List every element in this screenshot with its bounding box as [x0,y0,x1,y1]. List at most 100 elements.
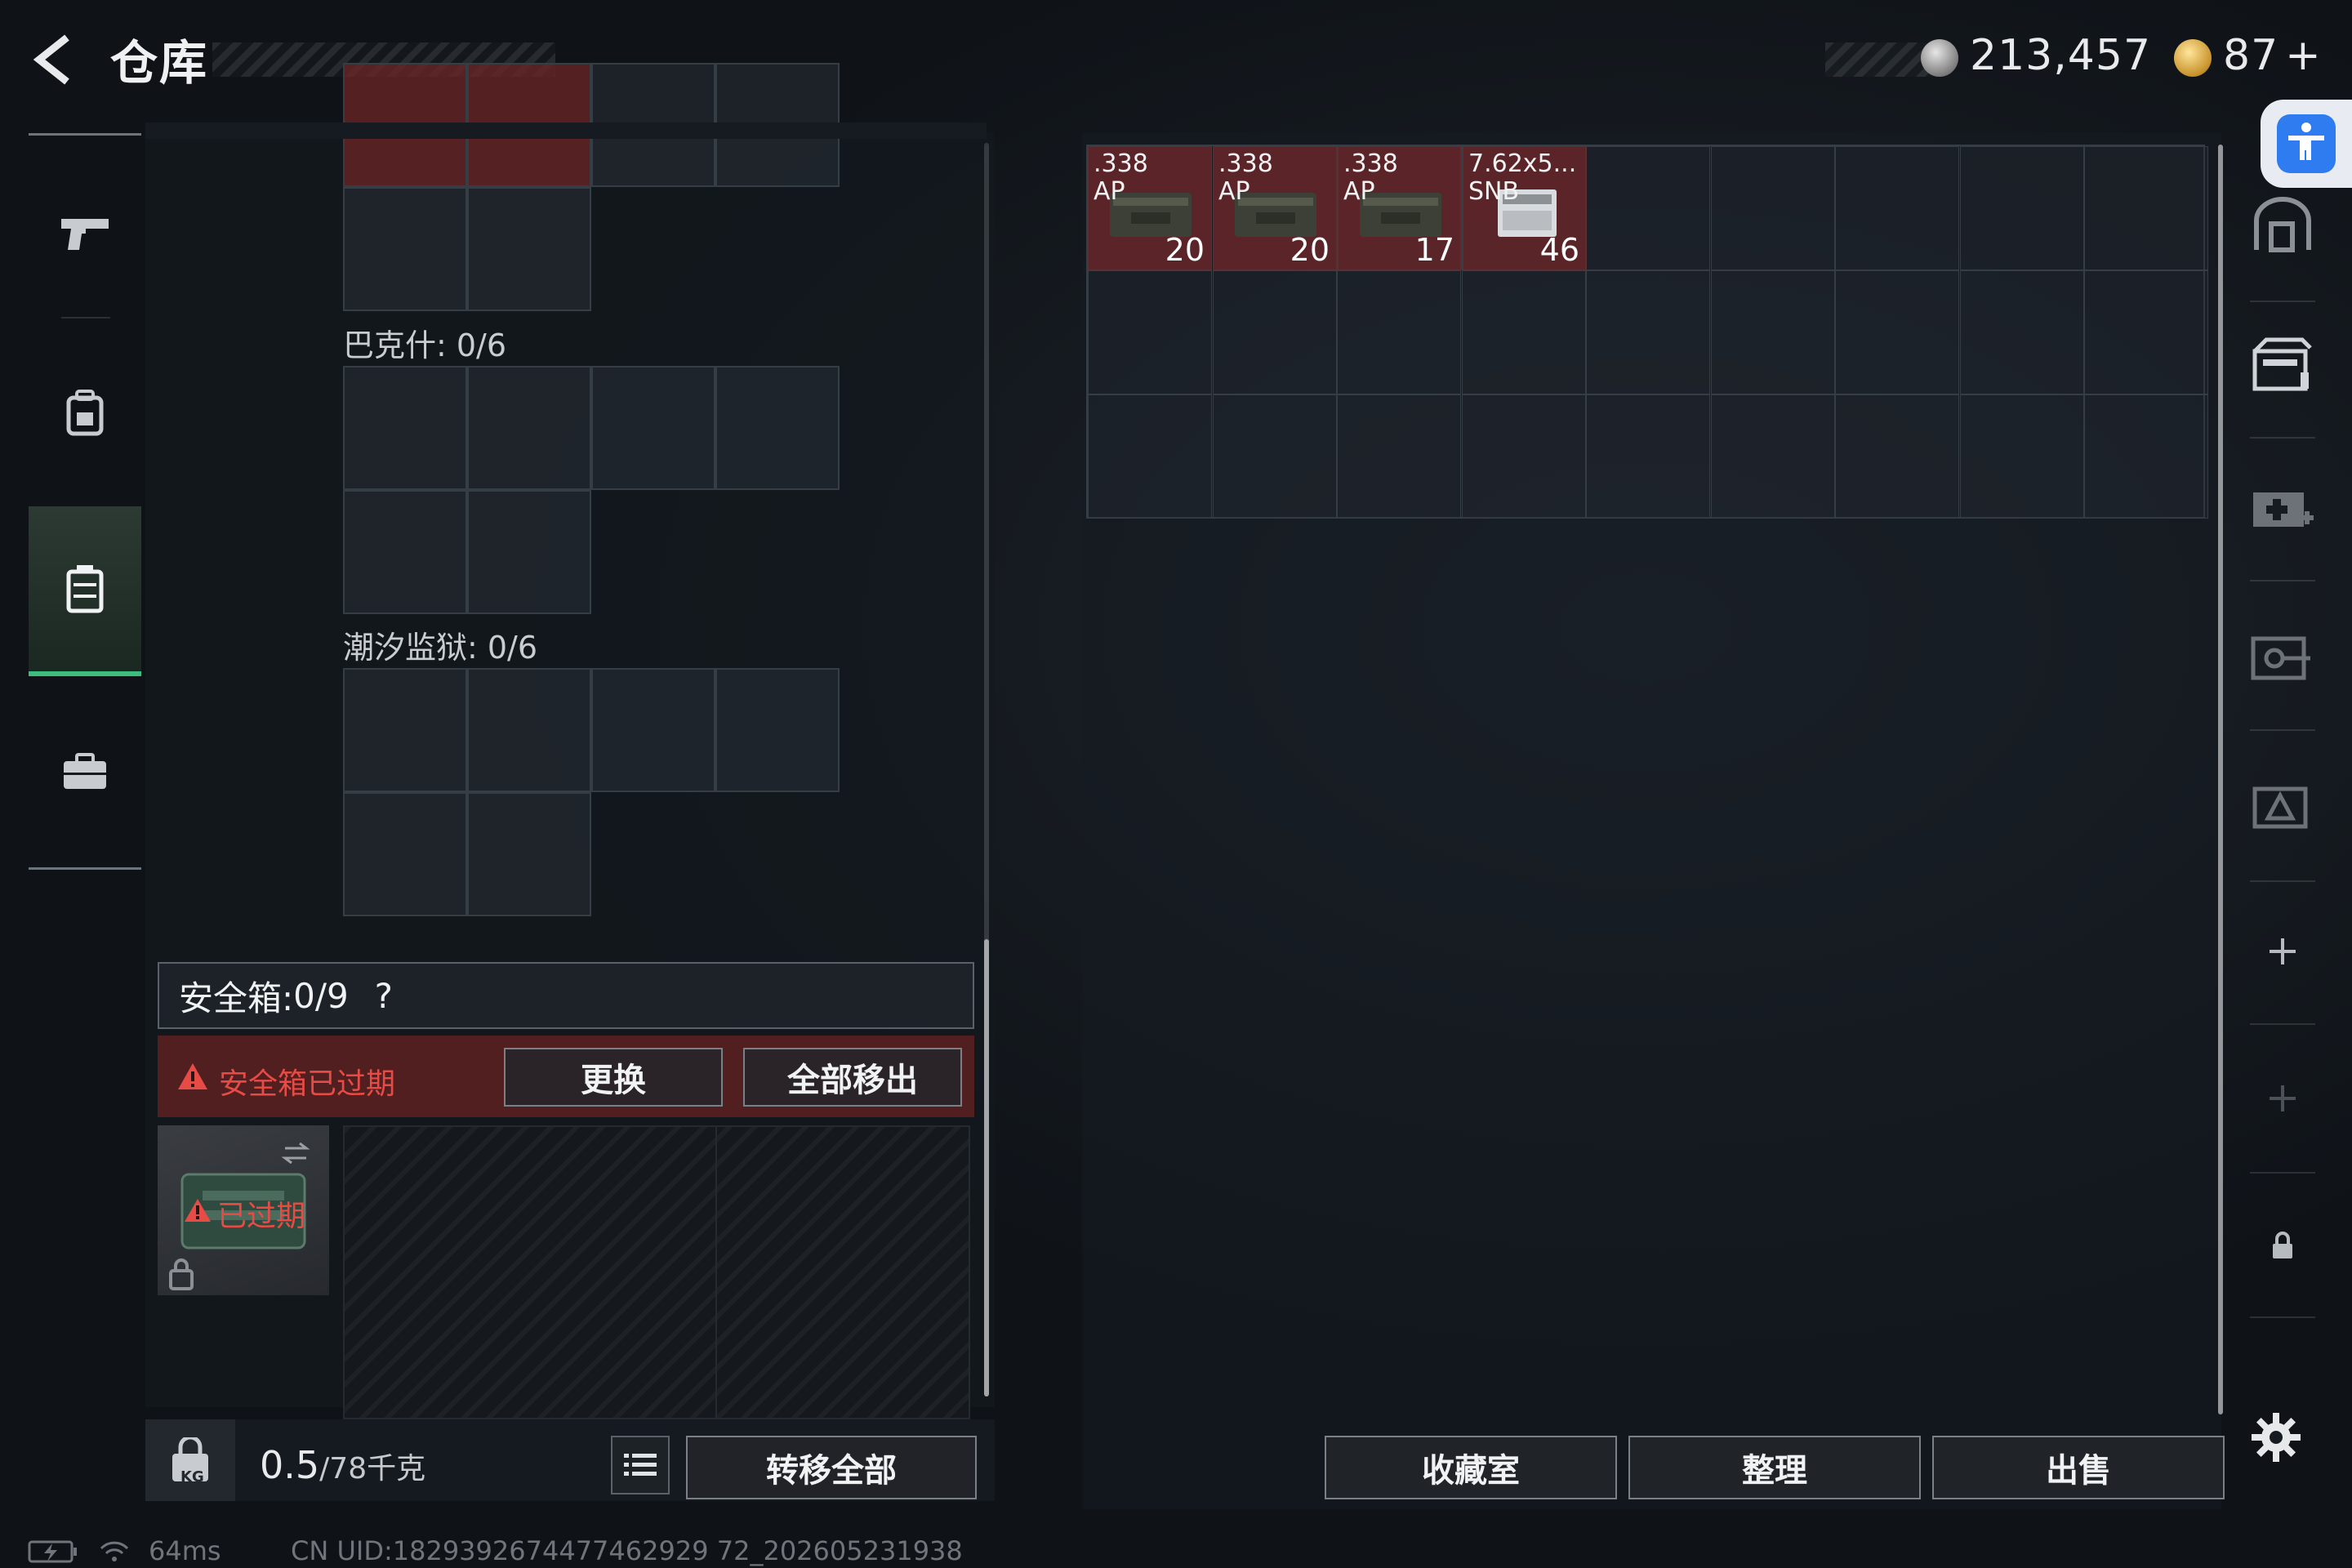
stash-cell[interactable] [1959,146,2084,270]
stash-item[interactable]: .338 AP 17 [1338,146,1462,270]
add-currency-icon[interactable]: + [2285,31,2322,80]
pistol-icon [61,219,109,250]
sidebar-item-weapon[interactable] [29,151,141,314]
collectible-box-icon [2252,786,2308,829]
container-cell[interactable] [591,366,715,490]
stash-cell[interactable] [2084,270,2208,394]
rail-separator [2250,1023,2315,1025]
container-cell[interactable] [343,490,467,614]
key-box-icon [2251,636,2310,680]
collection-room-button[interactable]: 收藏室 [1325,1436,1617,1499]
remove-all-button[interactable]: 全部移出 [743,1048,962,1107]
ping-text: 64ms [149,1535,221,1566]
stash-cell[interactable] [1212,270,1337,394]
container-cell[interactable] [467,187,591,311]
sell-button[interactable]: 出售 [1932,1436,2225,1499]
stash-cell[interactable] [2084,394,2208,519]
replace-button[interactable]: 更换 [504,1048,723,1107]
stash-cell[interactable] [1959,270,2084,394]
sidebar-item-vest[interactable] [29,506,141,676]
item-count: 20 [1165,232,1205,268]
silver-coin-icon [1921,39,1958,77]
item-count: 17 [1414,232,1454,268]
safebox-count: 0/9 [293,975,349,1016]
stash-item[interactable]: 7.62x5... SNB 46 [1463,146,1587,270]
transfer-all-button[interactable]: 转移全部 [686,1436,977,1499]
list-view-button[interactable] [611,1436,670,1494]
item-name: .338 AP [1343,149,1398,206]
expired-warning-icon [185,1199,211,1222]
add-stash-tab-button[interactable] [2238,890,2328,1013]
rail-separator [2250,880,2315,882]
sidebar-item-case[interactable] [29,690,141,853]
stash-cell[interactable] [1959,394,2084,519]
stash-cell[interactable] [1835,394,1959,519]
status-bar: 64ms CN UID:1829392674477462929 72_20260… [0,1532,2352,1568]
stash-cell[interactable] [1710,394,1835,519]
settings-gear-icon[interactable] [2250,1411,2302,1463]
stash-cell[interactable] [1337,394,1461,519]
stash-cell[interactable] [1088,394,1212,519]
stash-cell[interactable] [1710,270,1835,394]
back-arrow-icon[interactable] [24,31,82,88]
lock-icon [169,1258,194,1290]
equipment-scrollbar-thumb[interactable] [984,939,989,1396]
stash-cell[interactable] [1212,394,1337,519]
safebox-header: 安全箱: 0/9 ? [158,962,974,1029]
container-cell[interactable] [715,668,840,792]
container-cell[interactable] [467,490,591,614]
weight-lock-badge: KG [180,1468,204,1486]
wifi-icon [100,1541,129,1561]
stash-cell[interactable] [1586,394,1710,519]
stash-tab-vault[interactable] [2238,163,2328,286]
gold-amount: 87 [2223,31,2279,80]
sidebar-item-backpack[interactable] [29,331,141,494]
stash-cell[interactable] [1461,270,1586,394]
container-cell[interactable] [591,668,715,792]
stash-tab-keys[interactable] [2238,595,2328,717]
stash-cell[interactable] [1461,394,1586,519]
container-cell[interactable] [343,792,467,916]
weight-lock-button[interactable]: KG [145,1419,235,1501]
page-title: 仓库 [110,35,209,91]
gold-currency-amount[interactable]: 87 + [2223,31,2322,80]
stash-cell[interactable] [1835,270,1959,394]
safebox-label: 安全箱: [179,978,294,1018]
stash-item[interactable]: .338 AP 20 [1088,146,1212,270]
container-cell[interactable] [715,366,840,490]
container-cell[interactable] [343,366,467,490]
sidebar-top-line [29,133,141,136]
container-cell[interactable] [467,668,591,792]
stash-cell[interactable] [1710,146,1835,270]
add-stash-tab-button-disabled[interactable] [2238,1037,2328,1160]
container-cell[interactable] [467,366,591,490]
stash-cell[interactable] [1586,270,1710,394]
stash-item[interactable]: .338 AP 20 [1213,146,1337,270]
rail-separator [2250,729,2315,731]
stash-cell[interactable] [1835,146,1959,270]
stash-cell[interactable] [1586,146,1710,270]
item-name: 7.62x5... SNB [1468,149,1577,206]
locked-stash-tab[interactable] [2238,1184,2328,1307]
vest-icon [66,565,104,613]
organize-button[interactable]: 整理 [1628,1436,1921,1499]
container-cell[interactable] [343,187,467,311]
stash-tab-collectibles[interactable] [2238,743,2328,866]
stash-cell[interactable] [1088,270,1212,394]
rail-separator [2250,1316,2315,1318]
stash-tab-medical[interactable] [2238,445,2328,568]
storage-box-icon [2252,337,2312,391]
stash-scrollbar[interactable] [2218,145,2223,1414]
briefcase-icon [64,753,106,789]
stash-cell[interactable] [2084,146,2208,270]
stash-cell[interactable] [1337,270,1461,394]
container-cell[interactable] [343,668,467,792]
container-label-bakshi: 巴克什: 0/6 [343,327,507,363]
rail-separator [2250,580,2315,581]
stash-tab-storage[interactable] [2238,304,2328,426]
warning-triangle-icon [178,1063,207,1089]
container-cell[interactable] [467,792,591,916]
sidebar-bottom-line [29,867,141,870]
sidebar-separator [61,317,110,318]
help-icon[interactable]: ? [367,976,401,1016]
